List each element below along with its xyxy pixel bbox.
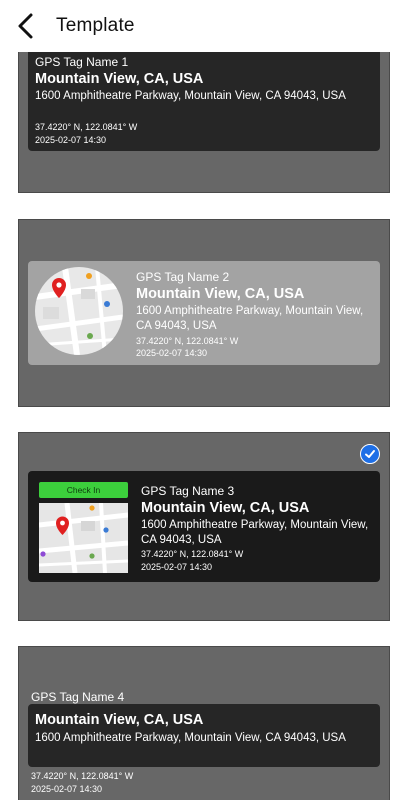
template-4-datetime: 2025-02-07 14:30 xyxy=(31,784,103,794)
template-1-address: 1600 Amphitheatre Parkway, Mountain View… xyxy=(35,90,346,102)
template-2-tag-name: GPS Tag Name 2 xyxy=(136,270,230,284)
map-thumbnail xyxy=(39,503,128,573)
template-4-coords: 37.4220° N, 122.0841° W xyxy=(31,771,134,781)
template-1-coords: 37.4220° N, 122.0841° W xyxy=(35,122,138,132)
template-4-address: 1600 Amphitheatre Parkway, Mountain View… xyxy=(35,732,346,744)
template-4-tag-name: GPS Tag Name 4 xyxy=(31,690,125,704)
template-3-datetime: 2025-02-07 14:30 xyxy=(141,562,213,572)
chevron-left-icon xyxy=(18,13,33,39)
template-3-city: Mountain View, CA, USA xyxy=(141,500,310,516)
round-map-thumbnail xyxy=(35,267,123,355)
template-list: GPS Tag Name 1 Mountain View, CA, USA 16… xyxy=(0,0,403,800)
template-2-city: Mountain View, CA, USA xyxy=(136,286,305,302)
top-app-bar: Template xyxy=(0,0,403,52)
template-3-coords: 37.4220° N, 122.0841° W xyxy=(141,549,244,559)
check-in-badge: Check In xyxy=(39,482,128,498)
template-3-address: 1600 Amphitheatre Parkway, Mountain View… xyxy=(141,519,369,546)
back-button[interactable] xyxy=(14,12,38,40)
template-1-datetime: 2025-02-07 14:30 xyxy=(35,135,107,145)
template-3-tag-name: GPS Tag Name 3 xyxy=(141,484,235,498)
template-4-city: Mountain View, CA, USA xyxy=(35,712,204,728)
template-2-coords: 37.4220° N, 122.0841° W xyxy=(136,336,239,346)
template-1-city: Mountain View, CA, USA xyxy=(35,71,204,87)
selected-checkmark-icon[interactable] xyxy=(360,444,380,464)
template-2-address: 1600 Amphitheatre Parkway, Mountain View… xyxy=(136,305,364,332)
template-1-tag-name: GPS Tag Name 1 xyxy=(35,55,129,69)
template-2-datetime: 2025-02-07 14:30 xyxy=(136,348,208,358)
page-title: Template xyxy=(56,15,135,36)
